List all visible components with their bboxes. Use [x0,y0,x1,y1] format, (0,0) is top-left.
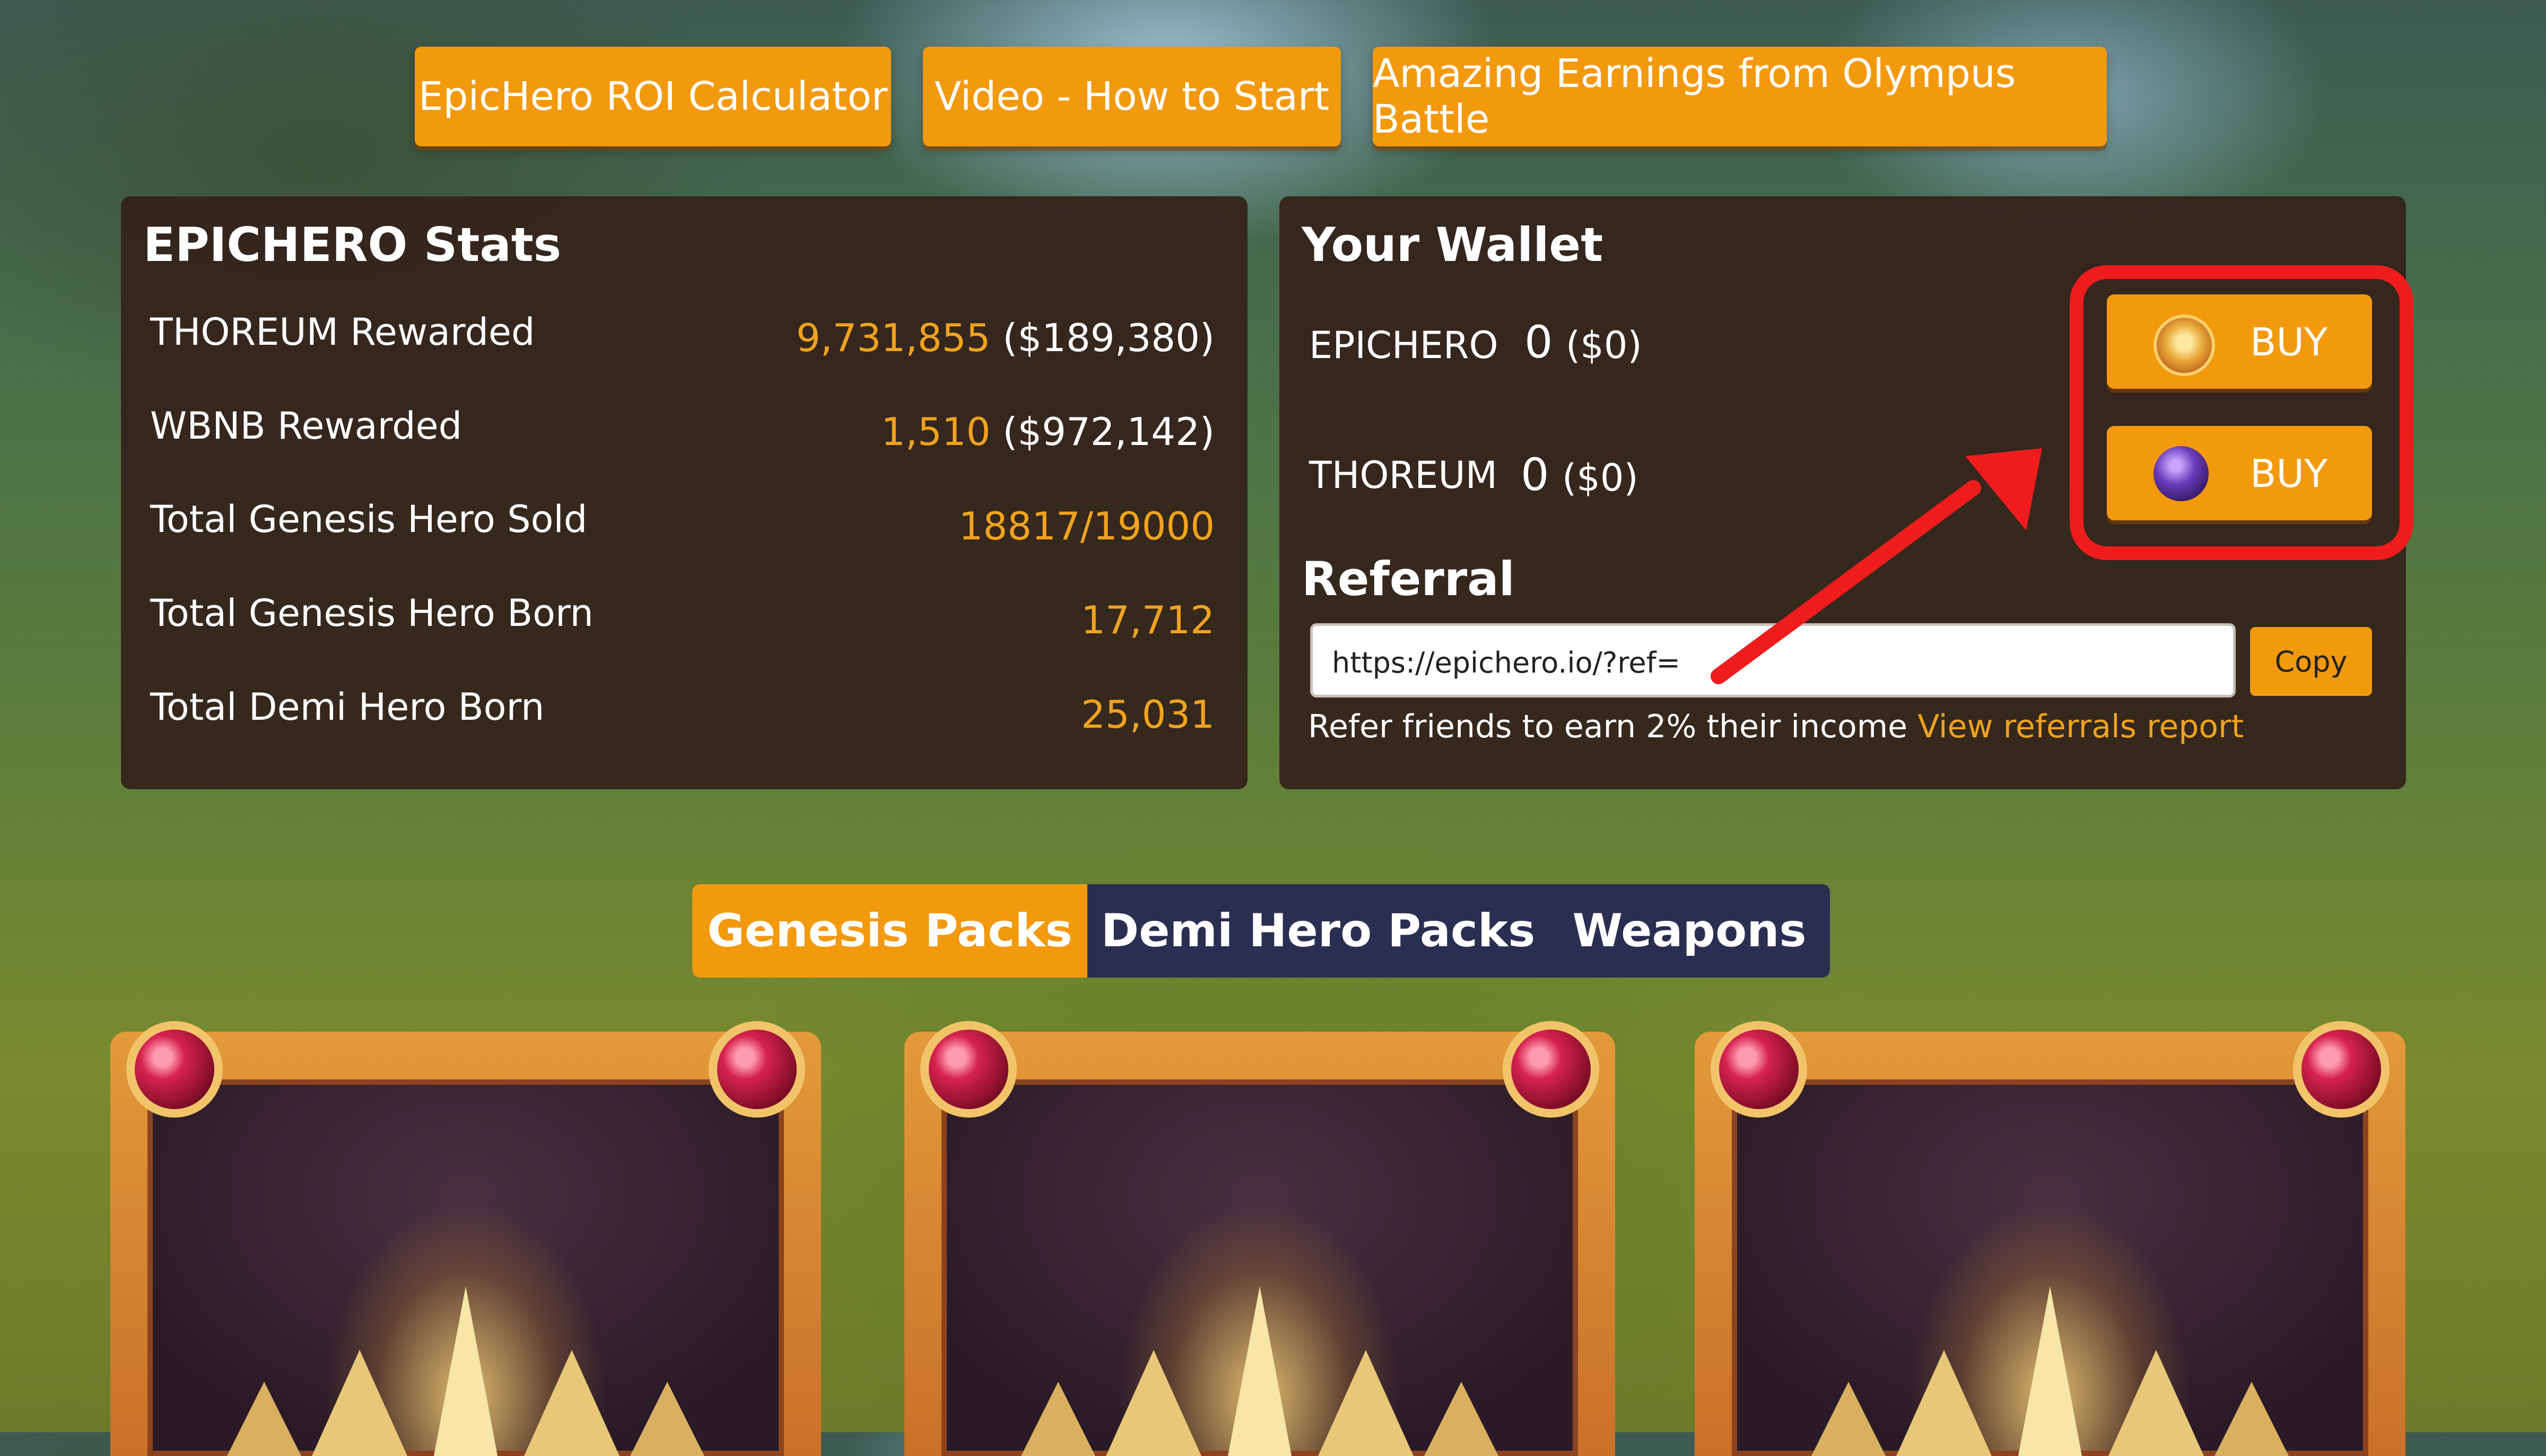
ruby-gem-icon [709,1021,805,1118]
pack-card[interactable] [1695,1021,2405,1456]
crystal-burst-icon [227,1286,704,1456]
ruby-gem-icon [1711,1021,1807,1118]
pack-tabs: Genesis Packs Demi Hero Packs Weapons [692,884,1830,978]
ruby-gem-icon [126,1021,223,1118]
pack-card[interactable] [904,1021,1615,1456]
ruby-gem-icon [1503,1021,1599,1118]
ruby-gem-icon [2293,1021,2390,1118]
crystal-burst-icon [1811,1286,2289,1456]
crystal-burst-icon [1021,1286,1498,1456]
tab-genesis-packs[interactable]: Genesis Packs [692,884,1087,978]
pack-card[interactable] [110,1021,821,1456]
tab-demi-hero-packs[interactable]: Demi Hero Packs [1087,884,1549,978]
ruby-gem-icon [920,1021,1017,1118]
tab-weapons[interactable]: Weapons [1549,884,1830,978]
